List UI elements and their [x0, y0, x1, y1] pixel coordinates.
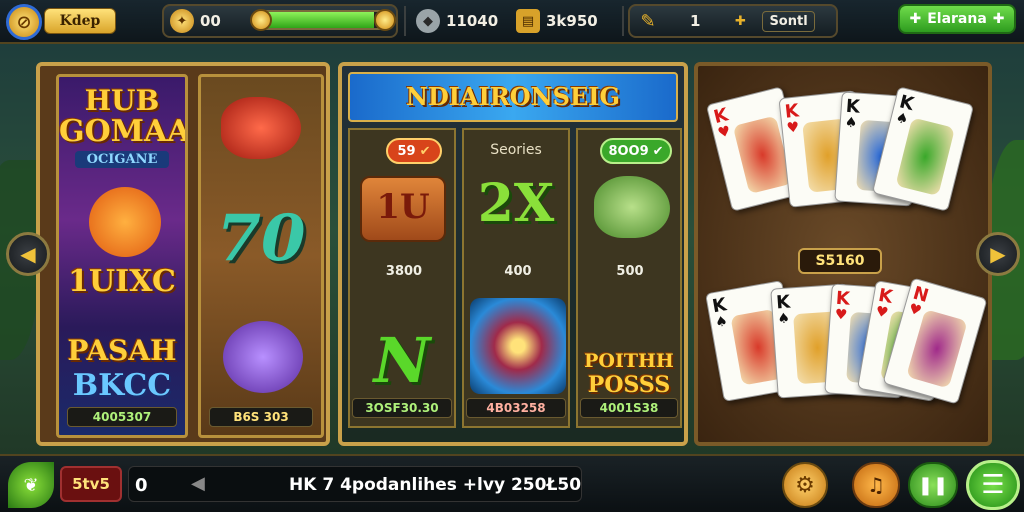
check-icon: ✔: [419, 143, 431, 159]
logo-tag[interactable]: Kdep: [44, 8, 116, 34]
col3-footer: 4001S38: [580, 398, 678, 418]
logo-icon[interactable]: ⊘: [6, 4, 42, 40]
xp-end-icon: [374, 9, 396, 31]
col3-value: 500: [616, 264, 644, 279]
exit-button[interactable]: ✚ Elarana ✚: [898, 4, 1016, 34]
ticker-text: HK 7 4podanlihes +lvy 250Ł50: [289, 475, 582, 495]
right-card-panel[interactable]: K ♥ K ♥ K ♠ K ♠ S5160 K ♠ K ♠ K ♥ K ♥ N ♥: [694, 62, 992, 446]
top-bar: ⊘ Kdep ✦ 00 ◆ 11040 ▤ 3k950 ✎ 1 ✚ Sontl …: [0, 0, 1024, 44]
add-icon[interactable]: ✚: [728, 9, 752, 33]
strip1-bottom-line2: BKCC: [72, 368, 172, 403]
exit-icon: ✚: [909, 11, 922, 27]
shop-label[interactable]: Sontl: [762, 10, 815, 32]
logo-glyph: ⊘: [16, 11, 32, 33]
col1-top-text: 1U: [360, 176, 446, 242]
col3-bottom-line1: POITHH: [584, 350, 674, 372]
exit-label: Elarana: [927, 11, 987, 27]
shield-orb-icon: [470, 298, 566, 394]
card-art: [906, 309, 968, 389]
strip2-value: B6S 303: [209, 407, 313, 427]
center-game-panel[interactable]: NDIAIRONSEIG 59 ✔ 1U 3800 N 3OSF30.30 Se…: [338, 62, 688, 446]
paw-icon: ✦: [170, 9, 194, 33]
orange-monster-icon: [89, 187, 161, 257]
slot-strip-2[interactable]: 70 B6S 303: [198, 74, 324, 438]
col2-header: Seories: [490, 142, 542, 158]
next-arrow-button[interactable]: ▶: [976, 232, 1020, 276]
col3-badge-value: 8OO9: [608, 143, 649, 159]
purple-creature-icon: [223, 321, 303, 393]
green-fish-icon: [594, 176, 670, 238]
bet-value: 0: [135, 475, 148, 496]
plus-icon: ✚: [992, 11, 1005, 27]
col2-value: 400: [504, 264, 532, 279]
chest-icon: ▤: [516, 9, 540, 33]
divider: [622, 6, 624, 36]
menu-icon: ☰: [981, 470, 1005, 500]
red-fish-icon: [221, 97, 301, 159]
center-column-2[interactable]: Seories 2X 400 4B03258: [462, 128, 570, 428]
slot-strip-1[interactable]: HUB GOMAA OCIGANE 1UIXC PASAH BKCC 40053…: [56, 74, 188, 438]
strip1-subtitle: OCIGANE: [75, 151, 169, 168]
col1-bottom-text: N: [373, 324, 431, 397]
col1-badge-value: 59: [397, 143, 416, 159]
ticker-bar: 0 ◀ HK 7 4podanlihes +lvy 250Ł50: [128, 466, 582, 502]
center-title: NDIAIRONSEIG: [406, 82, 620, 111]
bottom-bar: ❦ 5tv5 0 ◀ HK 7 4podanlihes +lvy 250Ł50 …: [0, 454, 1024, 512]
ticket-icon: ✎: [640, 10, 656, 32]
col3-badge[interactable]: 8OO9 ✔: [600, 138, 672, 164]
strip1-value: 4005307: [67, 407, 177, 427]
col1-footer: 3OSF30.30: [352, 398, 452, 418]
leaf-icon[interactable]: ❦: [8, 462, 54, 508]
settings-button[interactable]: ⚙: [782, 462, 828, 508]
xp-progress-fill: [254, 12, 375, 28]
menu-button[interactable]: ☰: [966, 460, 1020, 510]
strip1-middle-text: 1UIXC: [68, 264, 176, 299]
col2-top-text: 2X: [477, 173, 555, 234]
chevron-right-icon: ▶: [990, 242, 1006, 266]
strip1-bottom-line1: PASAH: [67, 334, 177, 367]
center-column-3[interactable]: 8OO9 ✔ 500 POITHH POSSS 4001S38: [576, 128, 682, 428]
strip1-title-line2: GOMAA: [59, 114, 188, 149]
gem-icon: ◆: [416, 9, 440, 33]
strip2-middle-text: 70: [216, 201, 306, 276]
prev-arrow-button[interactable]: ◀: [6, 232, 50, 276]
headphones-icon: ♫: [867, 473, 885, 497]
ticket-counter[interactable]: ✎ 1 ✚ Sontl: [628, 4, 838, 38]
strip1-title-line1: HUB: [84, 84, 160, 117]
pause-icon: ❚❚: [917, 474, 949, 496]
center-column-1[interactable]: 59 ✔ 1U 3800 N 3OSF30.30: [348, 128, 456, 428]
card-art: [895, 117, 956, 197]
chest-value: 3k950: [546, 12, 598, 30]
gems-counter[interactable]: ◆ 11040: [410, 4, 510, 38]
card-total-badge: S5160: [798, 248, 882, 274]
bet-label[interactable]: 5tv5: [60, 466, 122, 502]
check-icon: ✔: [652, 143, 664, 159]
card-total-value: S5160: [815, 253, 865, 269]
gear-icon: ⚙: [795, 472, 815, 498]
col2-footer: 4B03258: [466, 398, 566, 418]
center-title-banner: NDIAIRONSEIG: [348, 72, 678, 122]
xp-start-icon: [250, 9, 272, 31]
coins-value: 00: [200, 12, 221, 30]
chest-counter[interactable]: ▤ 3k950: [510, 4, 614, 38]
divider: [404, 6, 406, 36]
chevron-left-icon: ◀: [20, 242, 36, 266]
col1-badge[interactable]: 59 ✔: [386, 138, 442, 164]
col3-bottom-line2: POSSS: [587, 372, 671, 398]
gems-value: 11040: [446, 12, 499, 30]
ticker-divider-icon: ◀: [191, 473, 205, 494]
sound-button[interactable]: ♫: [852, 462, 900, 508]
pause-button[interactable]: ❚❚: [908, 462, 958, 508]
ticket-value: 1: [690, 12, 701, 30]
left-game-panel[interactable]: HUB GOMAA OCIGANE 1UIXC PASAH BKCC 40053…: [36, 62, 330, 446]
col1-value: 3800: [385, 264, 423, 279]
